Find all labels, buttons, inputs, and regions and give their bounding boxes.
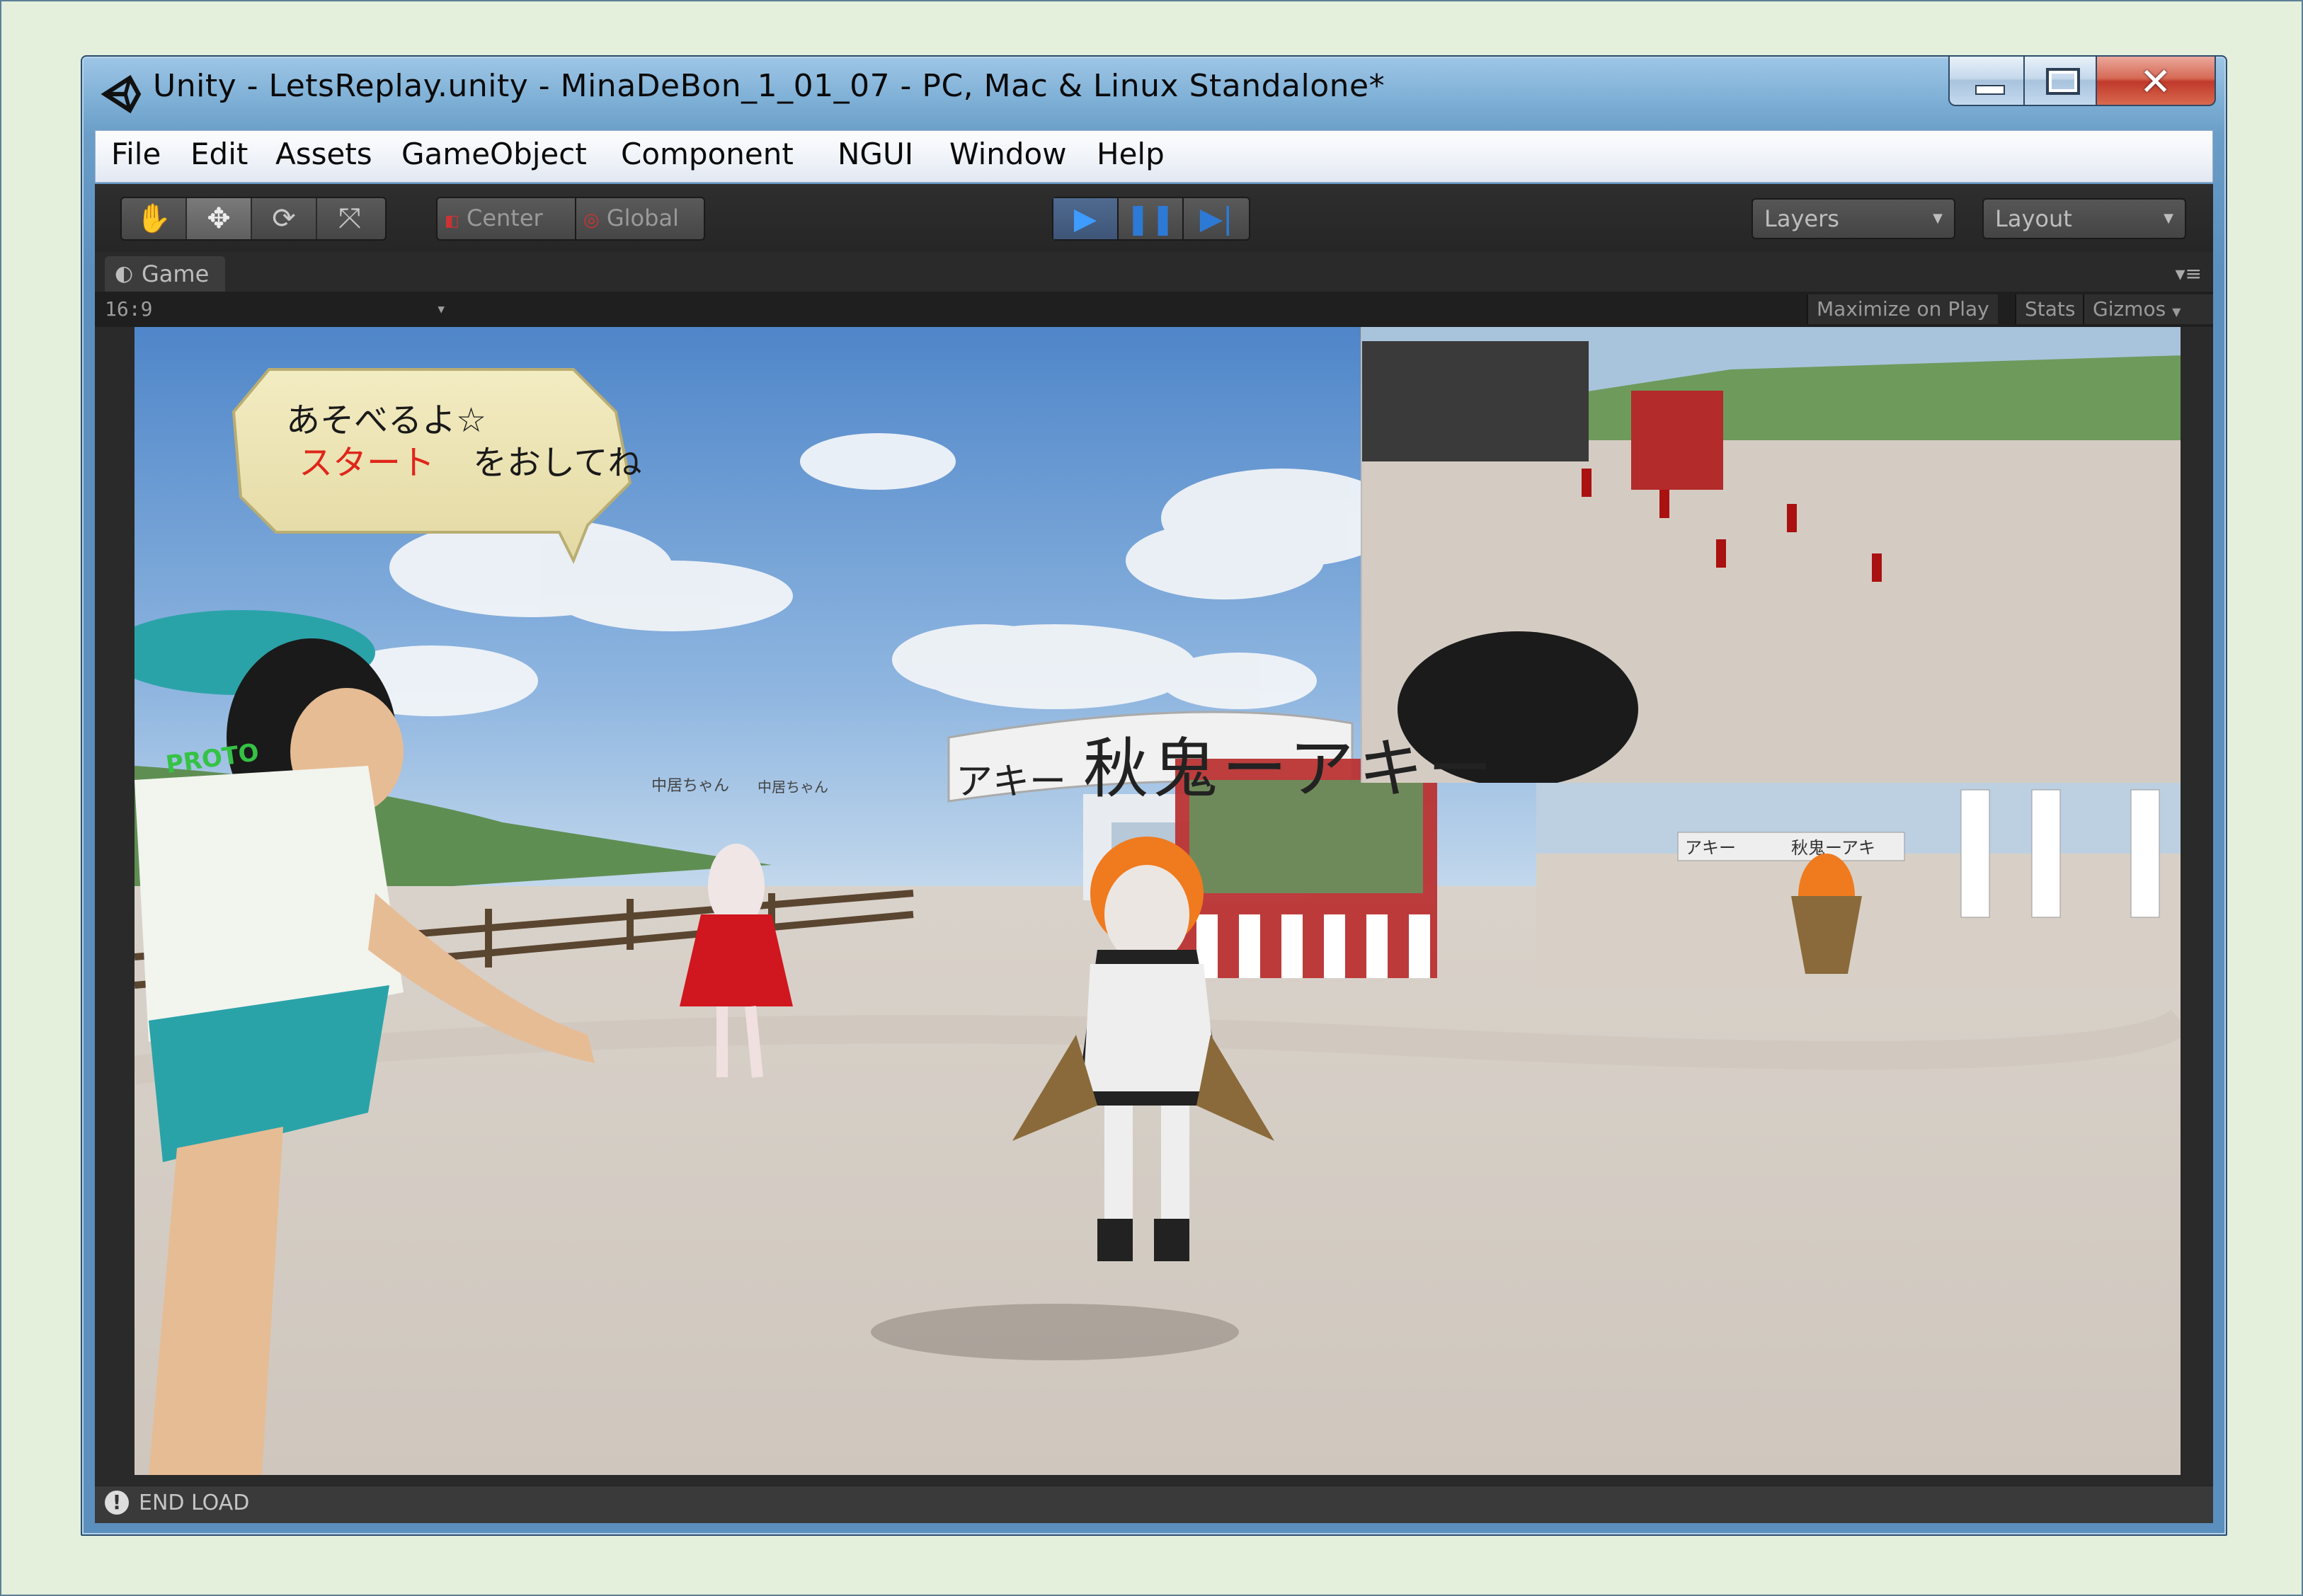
maximize-on-play-button[interactable]: Maximize on Play [1807,294,1998,324]
game-render-area: アキー 秋鬼ーアキ あそべるよ☆ スタート をおしてね 秋鬼ーアキー 中居ちゃん… [95,327,2213,1488]
tab-game-label: Game [142,260,210,287]
small-banner-text-2: 中居ちゃん [758,779,828,796]
pause-icon: ❚❚ [1125,201,1176,236]
rotate-icon: ⟳ [272,202,296,235]
menu-edit[interactable]: Edit [190,137,248,171]
caption-buttons: ✕ [1948,57,2216,110]
pivot-global-label: Global [606,205,679,231]
pause-button[interactable]: ❚❚ [1119,198,1184,239]
scale-tool-button[interactable]: ⤧ [317,198,382,239]
move-tool-button[interactable]: ✥ [187,198,252,239]
tab-game[interactable]: ◐ Game [105,256,225,292]
aspect-label: 16:9 [105,297,153,321]
maximize-button[interactable] [2023,57,2097,106]
minimap-view-bottom: アキー 秋鬼ーアキ [1536,783,2181,988]
rotate-tool-button[interactable]: ⟳ [252,198,317,239]
editor-toolbar: ✋ ✥ ⟳ ⤧ ◧ Center ◎ Global ▶ ❚❚ ▶| Layers… [95,184,2213,253]
arch-banner-left-text: アキー [956,761,1067,803]
close-button[interactable]: ✕ [2096,57,2216,106]
maximize-icon [2046,68,2080,95]
pacman-icon: ◐ [115,261,134,286]
stats-button[interactable]: Stats [2015,294,2084,324]
menu-bar: File Edit Assets GameObject Component NG… [95,130,2213,183]
status-bar[interactable]: ! END LOAD [95,1486,2213,1523]
close-icon: ✕ [2139,59,2172,104]
pivot-icon: ◧ [445,212,459,230]
layout-dropdown[interactable]: Layout ▼ [1982,198,2186,239]
chevron-down-icon: ▼ [438,302,445,316]
game-viewport[interactable]: アキー 秋鬼ーアキ あそべるよ☆ スタート をおしてね 秋鬼ーアキー 中居ちゃん… [135,327,2181,1475]
menu-component[interactable]: Component [621,137,794,171]
pivot-center-button[interactable]: ◧ Center [445,198,576,239]
minimize-button[interactable] [1948,57,2025,106]
playback-controls: ▶ ❚❚ ▶| [1052,197,1250,241]
title-bar[interactable]: Unity - LetsReplay.unity - MinaDeBon_1_0… [82,57,2226,127]
info-icon: ! [105,1491,129,1515]
menu-gameobject[interactable]: GameObject [401,137,587,171]
menu-ngui[interactable]: NGUI [838,137,913,171]
chevron-down-icon: ▼ [2172,305,2181,318]
game-tab-bar: ◐ Game ▾≡ [95,252,2213,292]
character-shadow [871,1304,1239,1360]
speech-text-line2: をおしてね [473,443,642,483]
step-button[interactable]: ▶| [1184,198,1249,239]
inset-banner1: アキー [1685,838,1736,858]
gizmos-dropdown[interactable]: Gizmos ▼ [2083,294,2213,324]
status-message: END LOAD [139,1491,250,1515]
layers-dropdown[interactable]: Layers ▼ [1751,198,1955,239]
play-icon: ▶ [1073,201,1097,236]
menu-help[interactable]: Help [1097,137,1165,171]
unity-logo-icon [101,74,142,114]
unity-editor: ✋ ✥ ⟳ ⤧ ◧ Center ◎ Global ▶ ❚❚ ▶| Layers… [95,184,2213,1523]
panel-menu-icon[interactable]: ▾≡ [2175,262,2202,285]
small-banner-text: 中居ちゃん [651,777,730,795]
unity-window: Unity - LetsReplay.unity - MinaDeBon_1_0… [81,55,2227,1536]
menu-assets[interactable]: Assets [275,137,372,171]
hand-tool-button[interactable]: ✋ [122,198,187,239]
global-icon: ◎ [583,209,600,231]
chevron-down-icon: ▼ [1933,211,1943,226]
menu-window[interactable]: Window [949,137,1067,171]
chevron-down-icon: ▼ [2164,211,2173,226]
pivot-toggles: ◧ Center ◎ Global [436,197,705,241]
transform-tools: ✋ ✥ ⟳ ⤧ [120,197,387,241]
layers-label: Layers [1764,205,1839,232]
pivot-center-label: Center [466,205,543,231]
game-control-bar: 16:9 ▼ Maximize on Play Stats Gizmos ▼ [95,292,2213,328]
play-button[interactable]: ▶ [1053,198,1119,239]
minimize-icon [1975,85,2005,95]
step-icon: ▶| [1199,201,1233,236]
window-title: Unity - LetsReplay.unity - MinaDeBon_1_0… [153,68,1385,104]
move-icon: ✥ [207,202,231,235]
speech-start-word: スタート [299,443,435,483]
pivot-global-button[interactable]: ◎ Global [583,198,704,239]
minimap-view-top [1361,327,2181,783]
gizmos-label: Gizmos [2093,297,2166,321]
menu-file[interactable]: File [111,137,161,171]
layout-label: Layout [1995,205,2072,232]
scale-icon: ⤧ [338,202,361,235]
arch-banner-text: 秋鬼ーアキー [1083,731,1497,807]
hand-icon: ✋ [136,202,171,235]
aspect-dropdown[interactable]: 16:9 ▼ [105,294,445,324]
